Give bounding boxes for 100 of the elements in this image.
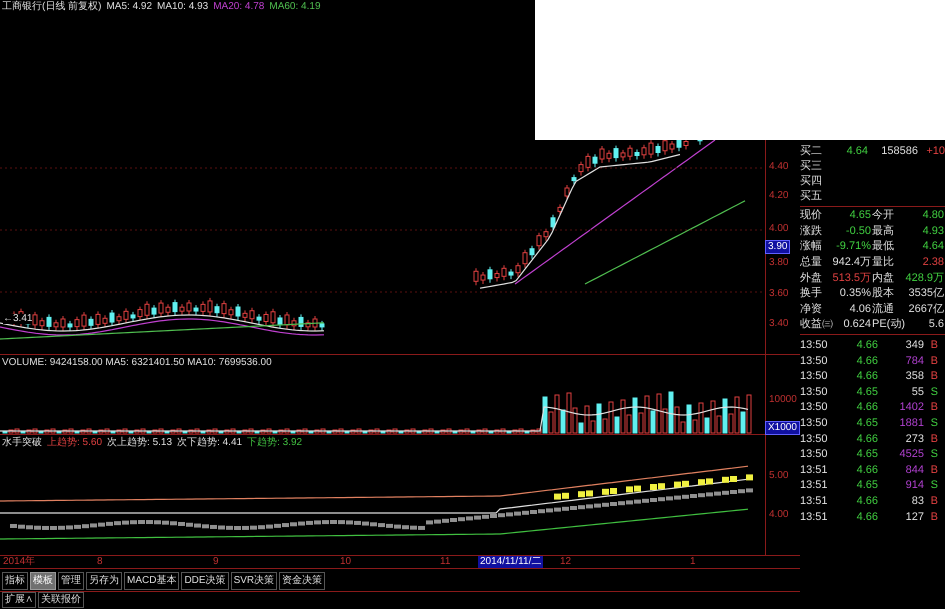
trade-side: B (930, 371, 938, 382)
moving-average-value: MA20: 4.78 (213, 2, 264, 12)
trade-volume: 273 (904, 434, 924, 445)
trade-volume: 1881 (898, 418, 924, 430)
low-price-marker: ←3.41 (3, 314, 32, 324)
trade-time: 13:51 (800, 480, 829, 492)
trade-price: 4.65 (856, 449, 878, 460)
indicator-value: 下趋势: 3.92 (247, 438, 302, 448)
trade-side: S (930, 386, 938, 398)
quote-value: 4.93 (922, 226, 945, 237)
date-label: 10 (340, 556, 352, 568)
trade-volume: 844 (904, 464, 924, 476)
tab[interactable]: 扩展∧ (2, 592, 36, 608)
trade-volume: 4525 (898, 449, 924, 460)
moving-average-value: MA5: 4.92 (106, 2, 152, 12)
date-label: 8 (97, 556, 103, 568)
quote-label: 最高 (872, 226, 895, 237)
quote-label: 外盘 (800, 272, 823, 284)
chart-title: 工商银行(日线 前复权) (2, 2, 102, 12)
cursor-date-label: 2014/11/11/二 (478, 556, 544, 568)
quote-label: 现价 (800, 210, 823, 222)
trade-side: S (930, 449, 938, 460)
quote-value: 942.4万 (832, 257, 872, 268)
cursor-value-label: 3.90 (765, 240, 790, 254)
trade-volume: 55 (910, 386, 924, 398)
quote-value: 3535亿 (908, 288, 945, 300)
quote-label: 今开 (872, 210, 895, 222)
axis-label: 4.00 (769, 510, 788, 520)
indicator-name: 水手突破 (2, 438, 42, 448)
quote-value: 0.624 (842, 319, 872, 330)
quote-value: 4.64 (922, 241, 945, 252)
trade-time: 13:51 (800, 512, 829, 523)
tab[interactable]: SVR决策 (230, 572, 278, 590)
trade-side: B (930, 512, 938, 523)
order-level-label: 买三 (800, 161, 823, 172)
quote-value: 428.9万 (904, 272, 945, 284)
quote-value: 513.5万 (832, 272, 872, 284)
trade-side: B (930, 434, 938, 445)
order-price: 4.64 (846, 146, 868, 157)
tab[interactable]: 模板 (30, 572, 56, 590)
order-volume: 158586 (880, 146, 918, 157)
tab[interactable]: 另存为 (86, 572, 122, 590)
indicator-value: 上趋势: 5.60 (47, 438, 102, 448)
trade-side: B (930, 356, 938, 367)
quote-label: 涨幅 (800, 241, 823, 252)
trade-price: 4.65 (856, 418, 878, 430)
quote-label: 股本 (872, 288, 895, 300)
trade-volume: 784 (904, 356, 924, 367)
trade-time: 13:50 (800, 386, 829, 398)
trade-time: 13:50 (800, 371, 829, 382)
tab[interactable]: 指标 (2, 572, 28, 590)
date-label: 1 (690, 556, 696, 568)
trade-volume: 358 (904, 371, 924, 382)
quote-value: 4.80 (922, 210, 945, 222)
quote-label: PE(动) (872, 319, 904, 330)
trade-price: 4.66 (856, 356, 878, 367)
volume-header: VOLUME: 9424158.00 MA5: 6321401.50 MA10: 7699536.00 (2, 358, 272, 368)
date-label: 9 (213, 556, 219, 568)
trade-price: 4.66 (856, 371, 878, 382)
order-level-label: 买五 (800, 191, 823, 202)
trade-time: 13:50 (800, 356, 829, 367)
trade-volume: 127 (904, 512, 924, 523)
trade-price: 4.65 (856, 480, 878, 492)
quote-label: 内盘 (872, 272, 895, 284)
quote-label: 净资 (800, 304, 823, 315)
trade-price: 4.66 (856, 340, 878, 352)
axis-label: 3.40 (769, 319, 788, 329)
order-level-label: 买四 (800, 176, 823, 187)
trade-volume: 83 (910, 496, 924, 507)
trade-price: 4.66 (856, 512, 878, 523)
quote-value: 2667亿 (908, 304, 945, 315)
trade-side: S (930, 418, 938, 430)
axis-label: 5.00 (769, 471, 788, 481)
trade-volume: 1402 (898, 402, 924, 414)
quote-label: 总量 (800, 257, 823, 268)
trade-side: B (930, 496, 938, 507)
tab[interactable]: MACD基本 (124, 572, 180, 590)
trade-time: 13:50 (800, 340, 829, 352)
tab[interactable]: 管理 (58, 572, 84, 590)
date-label: 12 (560, 556, 572, 568)
tab[interactable]: 关联报价 (38, 592, 84, 608)
trade-side: B (930, 402, 938, 414)
cursor-value-label: X1000 (765, 421, 800, 435)
date-label: 11 (440, 556, 450, 568)
trade-price: 4.66 (856, 434, 878, 445)
axis-label: 10000 (769, 395, 797, 405)
axis-label: 3.80 (769, 258, 788, 268)
trade-price: 4.65 (856, 386, 878, 398)
trade-side: S (930, 480, 938, 492)
trade-price: 4.66 (856, 402, 878, 414)
tab[interactable]: 资金决策 (279, 572, 326, 590)
trade-side: B (930, 464, 938, 476)
order-change: +10 (925, 146, 945, 157)
quote-value: -0.50 (844, 226, 872, 237)
trade-time: 13:50 (800, 402, 829, 414)
trade-price: 4.66 (856, 464, 878, 476)
axis-label: 4.00 (769, 224, 788, 234)
date-label: 2014年 (3, 556, 36, 568)
moving-average-value: MA60: 4.19 (269, 2, 321, 12)
tab[interactable]: DDE决策 (181, 572, 229, 590)
